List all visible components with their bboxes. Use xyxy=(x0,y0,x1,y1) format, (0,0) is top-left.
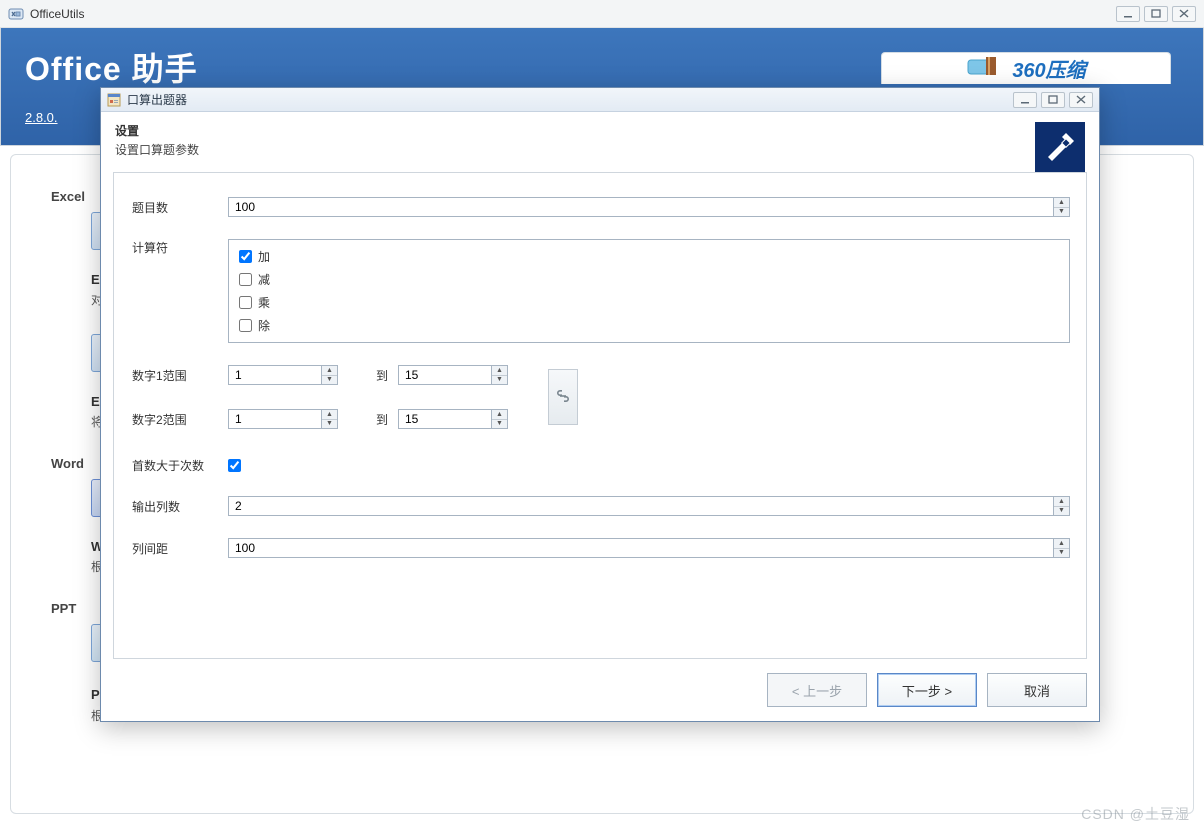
op-add-checkbox[interactable]: 加 xyxy=(239,248,1059,265)
range2-from-stepper[interactable]: ▲▼ xyxy=(228,409,338,429)
spin-up-icon[interactable]: ▲ xyxy=(1054,198,1069,208)
op-div-label: 除 xyxy=(258,317,270,334)
label-count: 题目数 xyxy=(132,199,228,216)
dialog-footer: < 上一步 下一步 > 取消 xyxy=(113,673,1087,707)
cols-stepper[interactable]: ▲▼ xyxy=(228,496,1070,516)
banner-ad[interactable]: 360压缩 xyxy=(881,52,1171,84)
dialog-title: 口算出题器 xyxy=(127,91,187,108)
count-input[interactable] xyxy=(229,198,1053,216)
op-mul-checkbox[interactable]: 乘 xyxy=(239,294,1059,311)
label-cols: 输出列数 xyxy=(132,498,228,515)
range1-from-input[interactable] xyxy=(229,366,321,384)
range1-to-input[interactable] xyxy=(399,366,491,384)
op-sub-checkbox[interactable]: 减 xyxy=(239,271,1059,288)
cancel-button[interactable]: 取消 xyxy=(987,673,1087,707)
dialog-titlebar[interactable]: 口算出题器 xyxy=(101,88,1099,112)
spin-up-icon[interactable]: ▲ xyxy=(492,410,507,420)
dialog-body: 题目数 ▲▼ 计算符 加 减 乘 xyxy=(113,172,1087,659)
back-button: < 上一步 xyxy=(767,673,867,707)
spin-up-icon[interactable]: ▲ xyxy=(1054,497,1069,507)
archive-icon xyxy=(966,54,1002,84)
parent-titlebar: OfficeUtils xyxy=(0,0,1204,28)
ad-text: 360压缩 xyxy=(1012,54,1085,83)
label-gap: 列间距 xyxy=(132,540,228,557)
range2-to-input[interactable] xyxy=(399,410,491,428)
spin-down-icon[interactable]: ▼ xyxy=(322,376,337,385)
spin-up-icon[interactable]: ▲ xyxy=(492,366,507,376)
dialog-window: 口算出题器 设置 设置口算题参数 xyxy=(100,87,1100,722)
op-mul-label: 乘 xyxy=(258,294,270,311)
spin-up-icon[interactable]: ▲ xyxy=(322,366,337,376)
link-icon xyxy=(555,388,571,407)
range2-to-stepper[interactable]: ▲▼ xyxy=(398,409,508,429)
label-range2: 数字2范围 xyxy=(132,411,228,428)
spin-up-icon[interactable]: ▲ xyxy=(322,410,337,420)
spin-up-icon[interactable]: ▲ xyxy=(1054,539,1069,549)
parent-maximize-button[interactable] xyxy=(1144,6,1168,22)
spin-down-icon[interactable]: ▼ xyxy=(1054,549,1069,558)
first-gt-checkbox[interactable] xyxy=(228,459,241,472)
spin-down-icon[interactable]: ▼ xyxy=(1054,208,1069,217)
operators-group: 加 减 乘 除 xyxy=(228,239,1070,343)
gap-stepper[interactable]: ▲▼ xyxy=(228,538,1070,558)
op-div-checkbox[interactable]: 除 xyxy=(239,317,1059,334)
op-add-label: 加 xyxy=(258,248,270,265)
parent-close-button[interactable] xyxy=(1172,6,1196,22)
label-to: 到 xyxy=(338,367,398,384)
spin-down-icon[interactable]: ▼ xyxy=(322,420,337,429)
wizard-step-subtitle: 设置口算题参数 xyxy=(115,141,199,158)
range1-to-stepper[interactable]: ▲▼ xyxy=(398,365,508,385)
parent-title: OfficeUtils xyxy=(30,0,84,28)
hammer-icon xyxy=(1035,122,1085,172)
version-link[interactable]: 2.8.0. xyxy=(25,110,58,125)
parent-minimize-button[interactable] xyxy=(1116,6,1140,22)
range2-from-input[interactable] xyxy=(229,410,321,428)
count-stepper[interactable]: ▲▼ xyxy=(228,197,1070,217)
spin-down-icon[interactable]: ▼ xyxy=(492,420,507,429)
link-ranges-button[interactable] xyxy=(548,369,578,425)
wizard-step-title: 设置 xyxy=(115,122,199,139)
dialog-maximize-button[interactable] xyxy=(1041,92,1065,108)
spin-down-icon[interactable]: ▼ xyxy=(492,376,507,385)
form-icon xyxy=(107,93,121,107)
label-to: 到 xyxy=(338,411,398,428)
next-button[interactable]: 下一步 > xyxy=(877,673,977,707)
gap-input[interactable] xyxy=(229,539,1053,557)
cols-input[interactable] xyxy=(229,497,1053,515)
spin-down-icon[interactable]: ▼ xyxy=(1054,507,1069,516)
range1-from-stepper[interactable]: ▲▼ xyxy=(228,365,338,385)
dialog-close-button[interactable] xyxy=(1069,92,1093,108)
label-operators: 计算符 xyxy=(132,239,228,256)
dialog-minimize-button[interactable] xyxy=(1013,92,1037,108)
op-sub-label: 减 xyxy=(258,271,270,288)
app-icon xyxy=(8,6,24,22)
label-first-gt: 首数大于次数 xyxy=(132,457,228,474)
label-range1: 数字1范围 xyxy=(132,367,228,384)
